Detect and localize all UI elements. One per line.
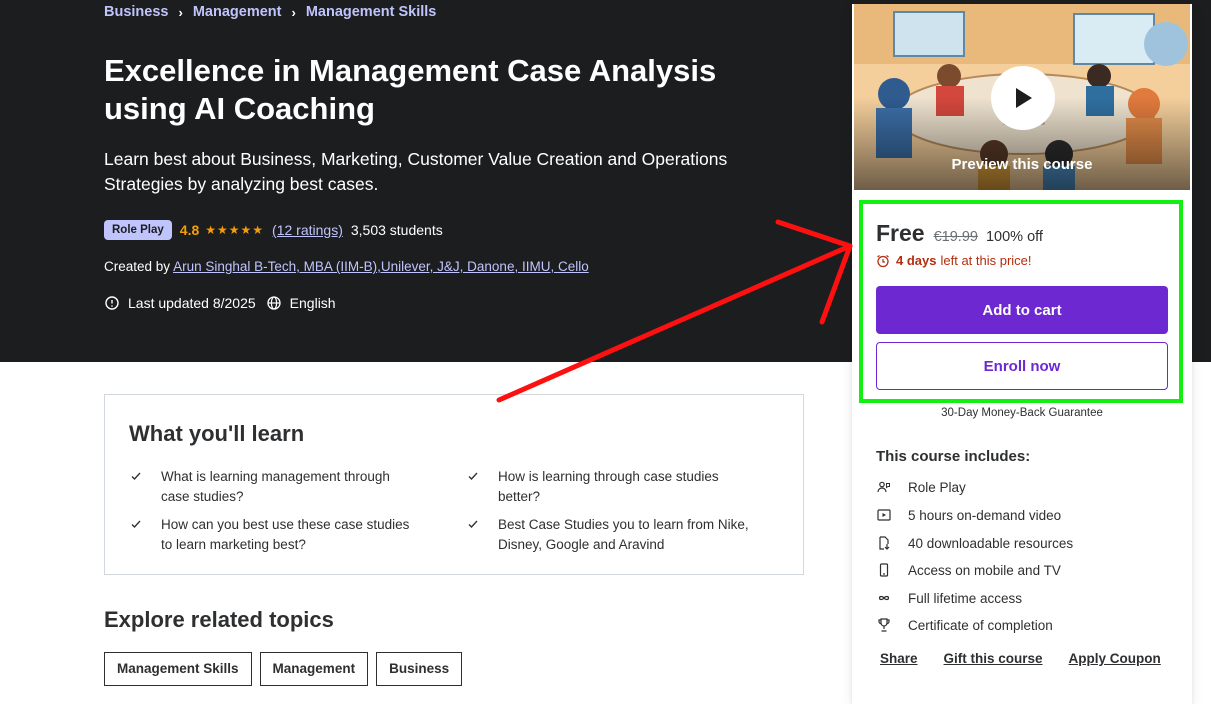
- apply-coupon-link[interactable]: Apply Coupon: [1069, 651, 1161, 666]
- ratings-count-link[interactable]: (12 ratings): [272, 222, 343, 238]
- learn-item-text: How can you best use these case studies …: [161, 517, 410, 552]
- star-rating-icon: ★★★★★: [205, 223, 265, 237]
- topic-business[interactable]: Business: [376, 652, 463, 686]
- breadcrumb-management-skills[interactable]: Management Skills: [306, 4, 437, 20]
- include-label: 40 downloadable resources: [908, 535, 1074, 551]
- money-back-guarantee: 30-Day Money-Back Guarantee: [941, 407, 1103, 419]
- students-count: 3,503 students: [350, 222, 443, 238]
- include-item: Full lifetime access: [876, 590, 1022, 606]
- related-topics-title: Explore related topics: [104, 607, 334, 632]
- learn-item-text: Best Case Studies you to learn from Nike…: [498, 517, 749, 552]
- preview-label: Preview this course: [951, 156, 1093, 173]
- play-icon: [1016, 88, 1032, 108]
- course-meta: Last updated 8/2025 English: [104, 295, 336, 311]
- course-title: Excellence in Management Case Analysis u…: [104, 53, 717, 126]
- course-subtitle: Learn best about Business, Marketing, Cu…: [104, 149, 728, 194]
- share-link[interactable]: Share: [880, 651, 918, 666]
- instructor-link[interactable]: Arun Singhal B-Tech, MBA (IIM-B),Unileve…: [173, 259, 589, 274]
- includes-title: This course includes:: [876, 448, 1031, 465]
- role-play-badge: Role Play: [104, 220, 172, 240]
- created-by: Created by Arun Singhal B-Tech, MBA (IIM…: [104, 259, 589, 274]
- chevron-right-icon: ›: [291, 4, 296, 20]
- check-icon: [468, 472, 478, 480]
- what-youll-learn: What you'll learn What is learning manag…: [104, 394, 804, 575]
- play-button[interactable]: [991, 66, 1055, 130]
- include-label: 5 hours on-demand video: [908, 507, 1062, 523]
- include-item: Certificate of completion: [876, 617, 1053, 633]
- include-item: 40 downloadable resources: [876, 535, 1073, 551]
- chevron-right-icon: ›: [178, 4, 183, 20]
- language: English: [266, 295, 336, 311]
- learn-item: How is learning through case studies bet…: [466, 467, 756, 506]
- include-label: Access on mobile and TV: [908, 562, 1061, 578]
- breadcrumb-management[interactable]: Management: [193, 4, 282, 20]
- learn-title: What you'll learn: [129, 421, 305, 446]
- learn-item: What is learning management through case…: [129, 467, 419, 506]
- course-preview[interactable]: Preview this course: [854, 4, 1190, 190]
- include-label: Certificate of completion: [908, 617, 1053, 633]
- check-icon: [131, 520, 141, 528]
- created-by-label: Created by: [104, 259, 171, 274]
- file-download-icon: [876, 535, 892, 551]
- breadcrumb: Business › Management › Management Skill…: [104, 4, 436, 20]
- include-label: Role Play: [908, 479, 966, 495]
- sidebar-links: Share Gift this course Apply Coupon: [880, 651, 1187, 666]
- language-label: English: [289, 295, 336, 311]
- topic-management-skills[interactable]: Management Skills: [104, 652, 252, 686]
- role-play-icon: [876, 479, 892, 495]
- include-item: Role Play: [876, 479, 966, 495]
- topic-management[interactable]: Management: [259, 652, 369, 686]
- rating-value: 4.8: [179, 222, 200, 238]
- check-icon: [131, 472, 141, 480]
- include-label: Full lifetime access: [908, 590, 1023, 606]
- learn-item: Best Case Studies you to learn from Nike…: [466, 515, 756, 554]
- gift-course-link[interactable]: Gift this course: [944, 651, 1043, 666]
- learn-item: How can you best use these case studies …: [129, 515, 419, 554]
- video-icon: [876, 507, 892, 523]
- learn-item-text: How is learning through case studies bet…: [498, 469, 719, 504]
- globe-icon: [267, 296, 281, 310]
- breadcrumb-business[interactable]: Business: [104, 4, 168, 20]
- related-topics: Management Skills Management Business: [104, 652, 470, 686]
- alert-clock-icon: [105, 296, 119, 310]
- annotation-highlight-box: [859, 200, 1183, 403]
- trophy-icon: [876, 617, 892, 633]
- last-updated: Last updated 8/2025: [128, 295, 256, 311]
- learn-item-text: What is learning management through case…: [161, 469, 390, 504]
- check-icon: [468, 520, 478, 528]
- include-item: 5 hours on-demand video: [876, 507, 1061, 523]
- infinity-icon: [876, 590, 892, 606]
- rating-row: Role Play 4.8 ★★★★★ (12 ratings) 3,503 s…: [104, 220, 443, 240]
- mobile-icon: [876, 562, 892, 578]
- include-item: Access on mobile and TV: [876, 562, 1061, 578]
